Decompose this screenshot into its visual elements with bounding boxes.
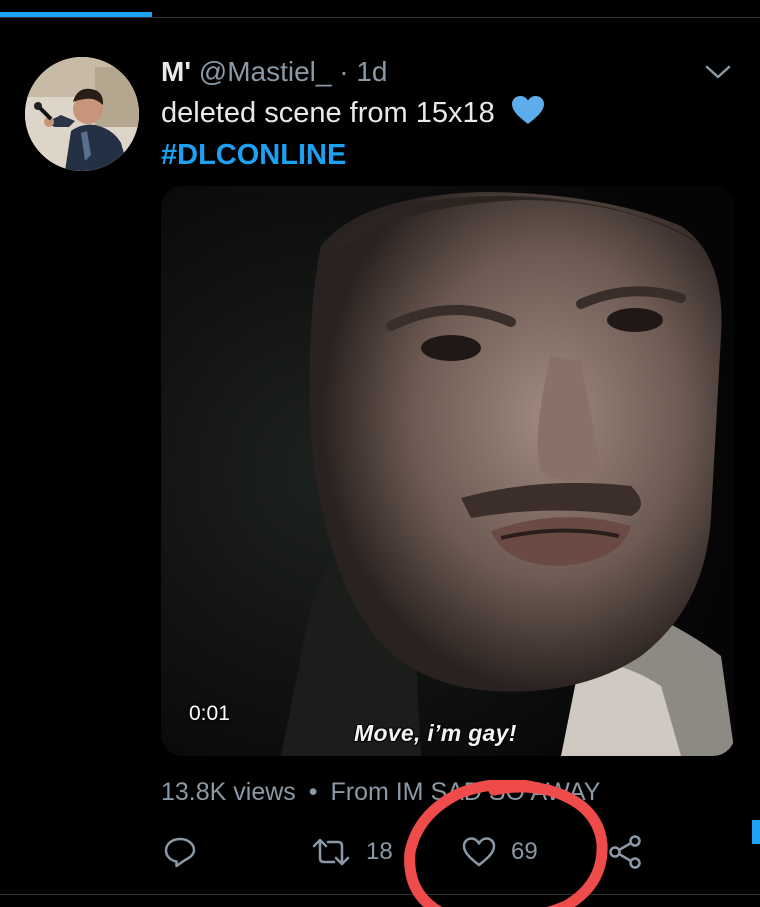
like-count: 69 [511,838,538,865]
video-frame [161,186,735,756]
video-source-link[interactable]: From IM SAD SO AWAY [330,778,600,806]
share-icon [609,835,641,869]
like-button[interactable]: 69 [461,834,538,870]
blue-heart-emoji [511,96,544,124]
tweet-text: deleted scene from 15x18 [161,94,545,132]
bottom-divider [0,894,760,895]
scroll-edge-indicator [752,820,760,844]
header-separator: · [339,56,349,87]
tweet-detail-screen: M' @Mastiel_ · 1d deleted scene from 15x… [0,0,760,907]
share-button[interactable] [608,834,644,870]
tweet-text-content: deleted scene from 15x18 [161,97,495,129]
view-count: 13.8K views [161,778,296,806]
tweet-meta: 13.8K views • From IM SAD SO AWAY [161,776,600,808]
video-player[interactable]: 0:01 Move, i’m gay! [161,186,735,756]
display-name[interactable]: M' [161,56,191,87]
tweet-header: M' @Mastiel_ · 1d [161,55,388,89]
tweet-timestamp[interactable]: 1d [356,56,387,87]
top-divider [0,17,760,18]
meta-bullet: • [308,778,318,806]
retweet-count: 18 [366,838,393,865]
reply-icon [164,837,196,868]
hashtag-link[interactable]: #DLCONLINE [161,136,346,174]
video-time: 0:01 [189,702,230,725]
retweet-icon [312,838,350,866]
avatar-photo [25,57,139,171]
retweet-button[interactable]: 18 [310,834,393,870]
video-subtitle: Move, i’m gay! [354,720,517,746]
reply-button[interactable] [163,834,197,870]
like-heart-icon [462,837,496,867]
chevron-down-icon[interactable] [703,62,733,82]
user-handle[interactable]: @Mastiel_ [199,56,332,87]
avatar[interactable] [25,57,139,171]
